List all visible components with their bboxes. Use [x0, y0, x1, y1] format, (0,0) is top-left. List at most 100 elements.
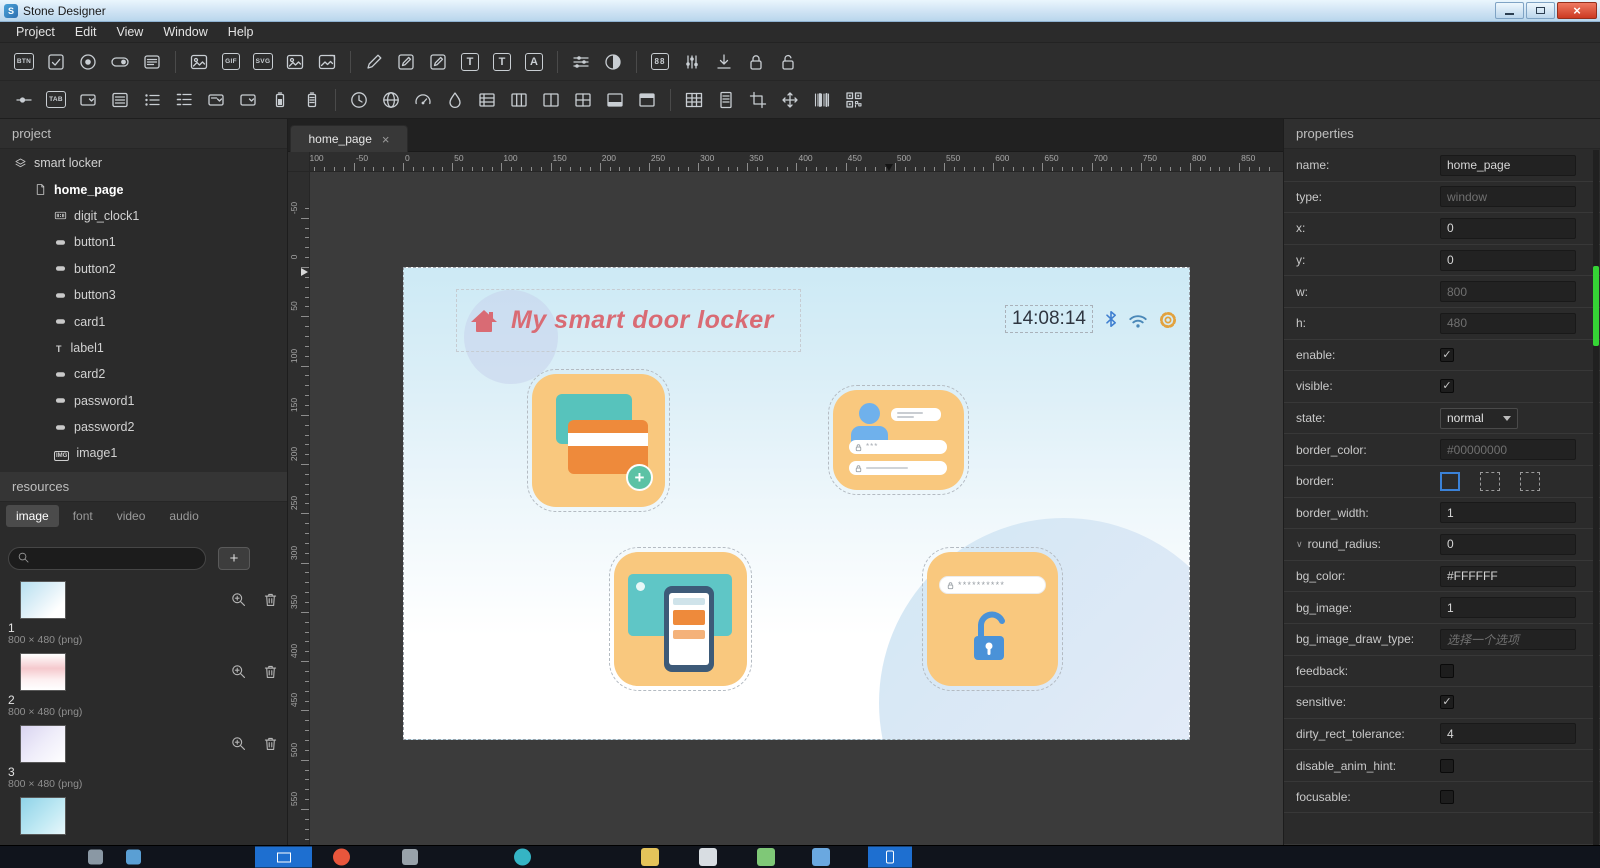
- taskbar-app-4[interactable]: [333, 849, 350, 866]
- gauge-widget-icon[interactable]: [408, 85, 438, 115]
- delete-resource-button[interactable]: [262, 663, 279, 683]
- tree-item-card1[interactable]: card1: [0, 308, 287, 334]
- screen-card-widget[interactable]: [614, 552, 747, 686]
- document-widget-icon[interactable]: [711, 85, 741, 115]
- settings-sliders-icon[interactable]: [566, 47, 596, 77]
- edit-widget-icon[interactable]: [137, 47, 167, 77]
- popup-widget-icon[interactable]: [73, 85, 103, 115]
- properties-scrollbar[interactable]: [1593, 150, 1599, 845]
- menu-edit[interactable]: Edit: [65, 22, 107, 43]
- resources-tab-audio[interactable]: audio: [159, 505, 208, 527]
- search-input[interactable]: [35, 552, 185, 566]
- bg_image-field[interactable]: 1: [1440, 597, 1576, 618]
- rfid-card-widget[interactable]: +: [532, 374, 665, 507]
- name-field[interactable]: home_page: [1440, 155, 1576, 176]
- visible-checkbox[interactable]: ✓: [1440, 379, 1454, 393]
- taskbar-app-5[interactable]: [402, 849, 418, 865]
- border-style-dashed-button[interactable]: [1480, 472, 1500, 491]
- tab-widget-icon[interactable]: TAB: [41, 85, 71, 115]
- focusable-checkbox[interactable]: [1440, 790, 1454, 804]
- close-button[interactable]: ×: [1557, 2, 1597, 19]
- combo-box-widget-icon[interactable]: [201, 85, 231, 115]
- battery-widget-icon[interactable]: [265, 85, 295, 115]
- dock-bottom-icon[interactable]: [600, 85, 630, 115]
- pencil-edit-icon[interactable]: [359, 47, 389, 77]
- tree-item-button2[interactable]: button2: [0, 256, 287, 282]
- picture-widget-icon[interactable]: [280, 47, 310, 77]
- battery2-widget-icon[interactable]: [297, 85, 327, 115]
- barcode-icon[interactable]: [807, 85, 837, 115]
- y-field[interactable]: 0: [1440, 250, 1576, 271]
- tab-close-icon[interactable]: ×: [382, 133, 390, 146]
- table-rows-icon[interactable]: [472, 85, 502, 115]
- tree-item-label1[interactable]: Tlabel1: [0, 335, 287, 361]
- taskbar-app-6[interactable]: [514, 849, 531, 866]
- resource-search-box[interactable]: [8, 547, 206, 570]
- state-select[interactable]: normal: [1440, 408, 1518, 429]
- sensitive-checkbox[interactable]: ✓: [1440, 695, 1454, 709]
- switch-widget-icon[interactable]: [105, 47, 135, 77]
- digit-clock-widget-icon[interactable]: 88: [645, 47, 675, 77]
- tab-home-page[interactable]: home_page ×: [290, 125, 408, 152]
- resource-thumbnail[interactable]: [20, 653, 66, 691]
- edit-box-widget-icon[interactable]: [391, 47, 421, 77]
- menu-window[interactable]: Window: [153, 22, 217, 43]
- tree-item-password2[interactable]: password2: [0, 414, 287, 440]
- globe-widget-icon[interactable]: [376, 85, 406, 115]
- password1-widget[interactable]: ***: [849, 440, 947, 454]
- unlock-icon[interactable]: [773, 47, 803, 77]
- password2-widget[interactable]: [849, 461, 947, 475]
- combo-box-ex-widget-icon[interactable]: [233, 85, 263, 115]
- mini-slider-icon[interactable]: [9, 85, 39, 115]
- resources-tab-font[interactable]: font: [63, 505, 103, 527]
- tree-item-button1[interactable]: button1: [0, 229, 287, 255]
- zoom-preview-button[interactable]: [230, 663, 247, 683]
- clock-widget-icon[interactable]: [344, 85, 374, 115]
- bg_color-field[interactable]: #FFFFFF: [1440, 566, 1576, 587]
- x-field[interactable]: 0: [1440, 218, 1576, 239]
- delete-resource-button[interactable]: [262, 735, 279, 755]
- zoom-preview-button[interactable]: [230, 735, 247, 755]
- delete-resource-button[interactable]: [262, 591, 279, 611]
- tree-item-smart-locker[interactable]: smart locker: [0, 150, 287, 176]
- taskbar-app-10[interactable]: [812, 848, 830, 866]
- resource-thumbnail[interactable]: [20, 581, 66, 619]
- border-style-solid-button[interactable]: [1440, 472, 1460, 491]
- tree-item-password1[interactable]: password1: [0, 388, 287, 414]
- water-drop-icon[interactable]: [440, 85, 470, 115]
- list-view-widget-icon[interactable]: [105, 85, 135, 115]
- menu-view[interactable]: View: [106, 22, 153, 43]
- grid-pane-icon[interactable]: [568, 85, 598, 115]
- radio-widget-icon[interactable]: [73, 47, 103, 77]
- menu-help[interactable]: Help: [218, 22, 264, 43]
- resource-thumbnail[interactable]: [20, 797, 66, 835]
- border_width-field[interactable]: 1: [1440, 502, 1576, 523]
- chevron-down-icon[interactable]: ∨: [1296, 539, 1303, 550]
- enable-checkbox[interactable]: ✓: [1440, 348, 1454, 362]
- taskbar-app-11[interactable]: [868, 847, 912, 868]
- equalizer-icon[interactable]: [677, 47, 707, 77]
- image-button-widget-icon[interactable]: [312, 47, 342, 77]
- dirty_rect_tolerance-field[interactable]: 4: [1440, 723, 1576, 744]
- image-widget-icon[interactable]: [184, 47, 214, 77]
- tree-item-image1[interactable]: IMGimage1: [0, 440, 287, 466]
- dock-top-icon[interactable]: [632, 85, 662, 115]
- crop-icon[interactable]: [743, 85, 773, 115]
- feedback-checkbox[interactable]: [1440, 664, 1454, 678]
- table-widget-icon[interactable]: [679, 85, 709, 115]
- design-canvas[interactable]: My smart door locker 14:08:14 + ***: [403, 267, 1190, 740]
- rename-edit-icon[interactable]: [423, 47, 453, 77]
- login-card-widget[interactable]: ***: [833, 390, 964, 490]
- rich-text-widget-icon[interactable]: A: [519, 47, 549, 77]
- gif-image-widget-icon[interactable]: GIF: [216, 47, 246, 77]
- menu-project[interactable]: Project: [6, 22, 65, 43]
- tree-item-card2[interactable]: card2: [0, 361, 287, 387]
- svg-image-widget-icon[interactable]: SVG: [248, 47, 278, 77]
- checkbox-widget-icon[interactable]: [41, 47, 71, 77]
- text-widget-icon[interactable]: T: [455, 47, 485, 77]
- tree-item-digit_clock1[interactable]: digit_clock1: [0, 203, 287, 229]
- zoom-preview-button[interactable]: [230, 591, 247, 611]
- header-label-widget[interactable]: My smart door locker: [456, 289, 801, 352]
- table-columns-icon[interactable]: [504, 85, 534, 115]
- tree-item-home_page[interactable]: home_page: [0, 176, 287, 202]
